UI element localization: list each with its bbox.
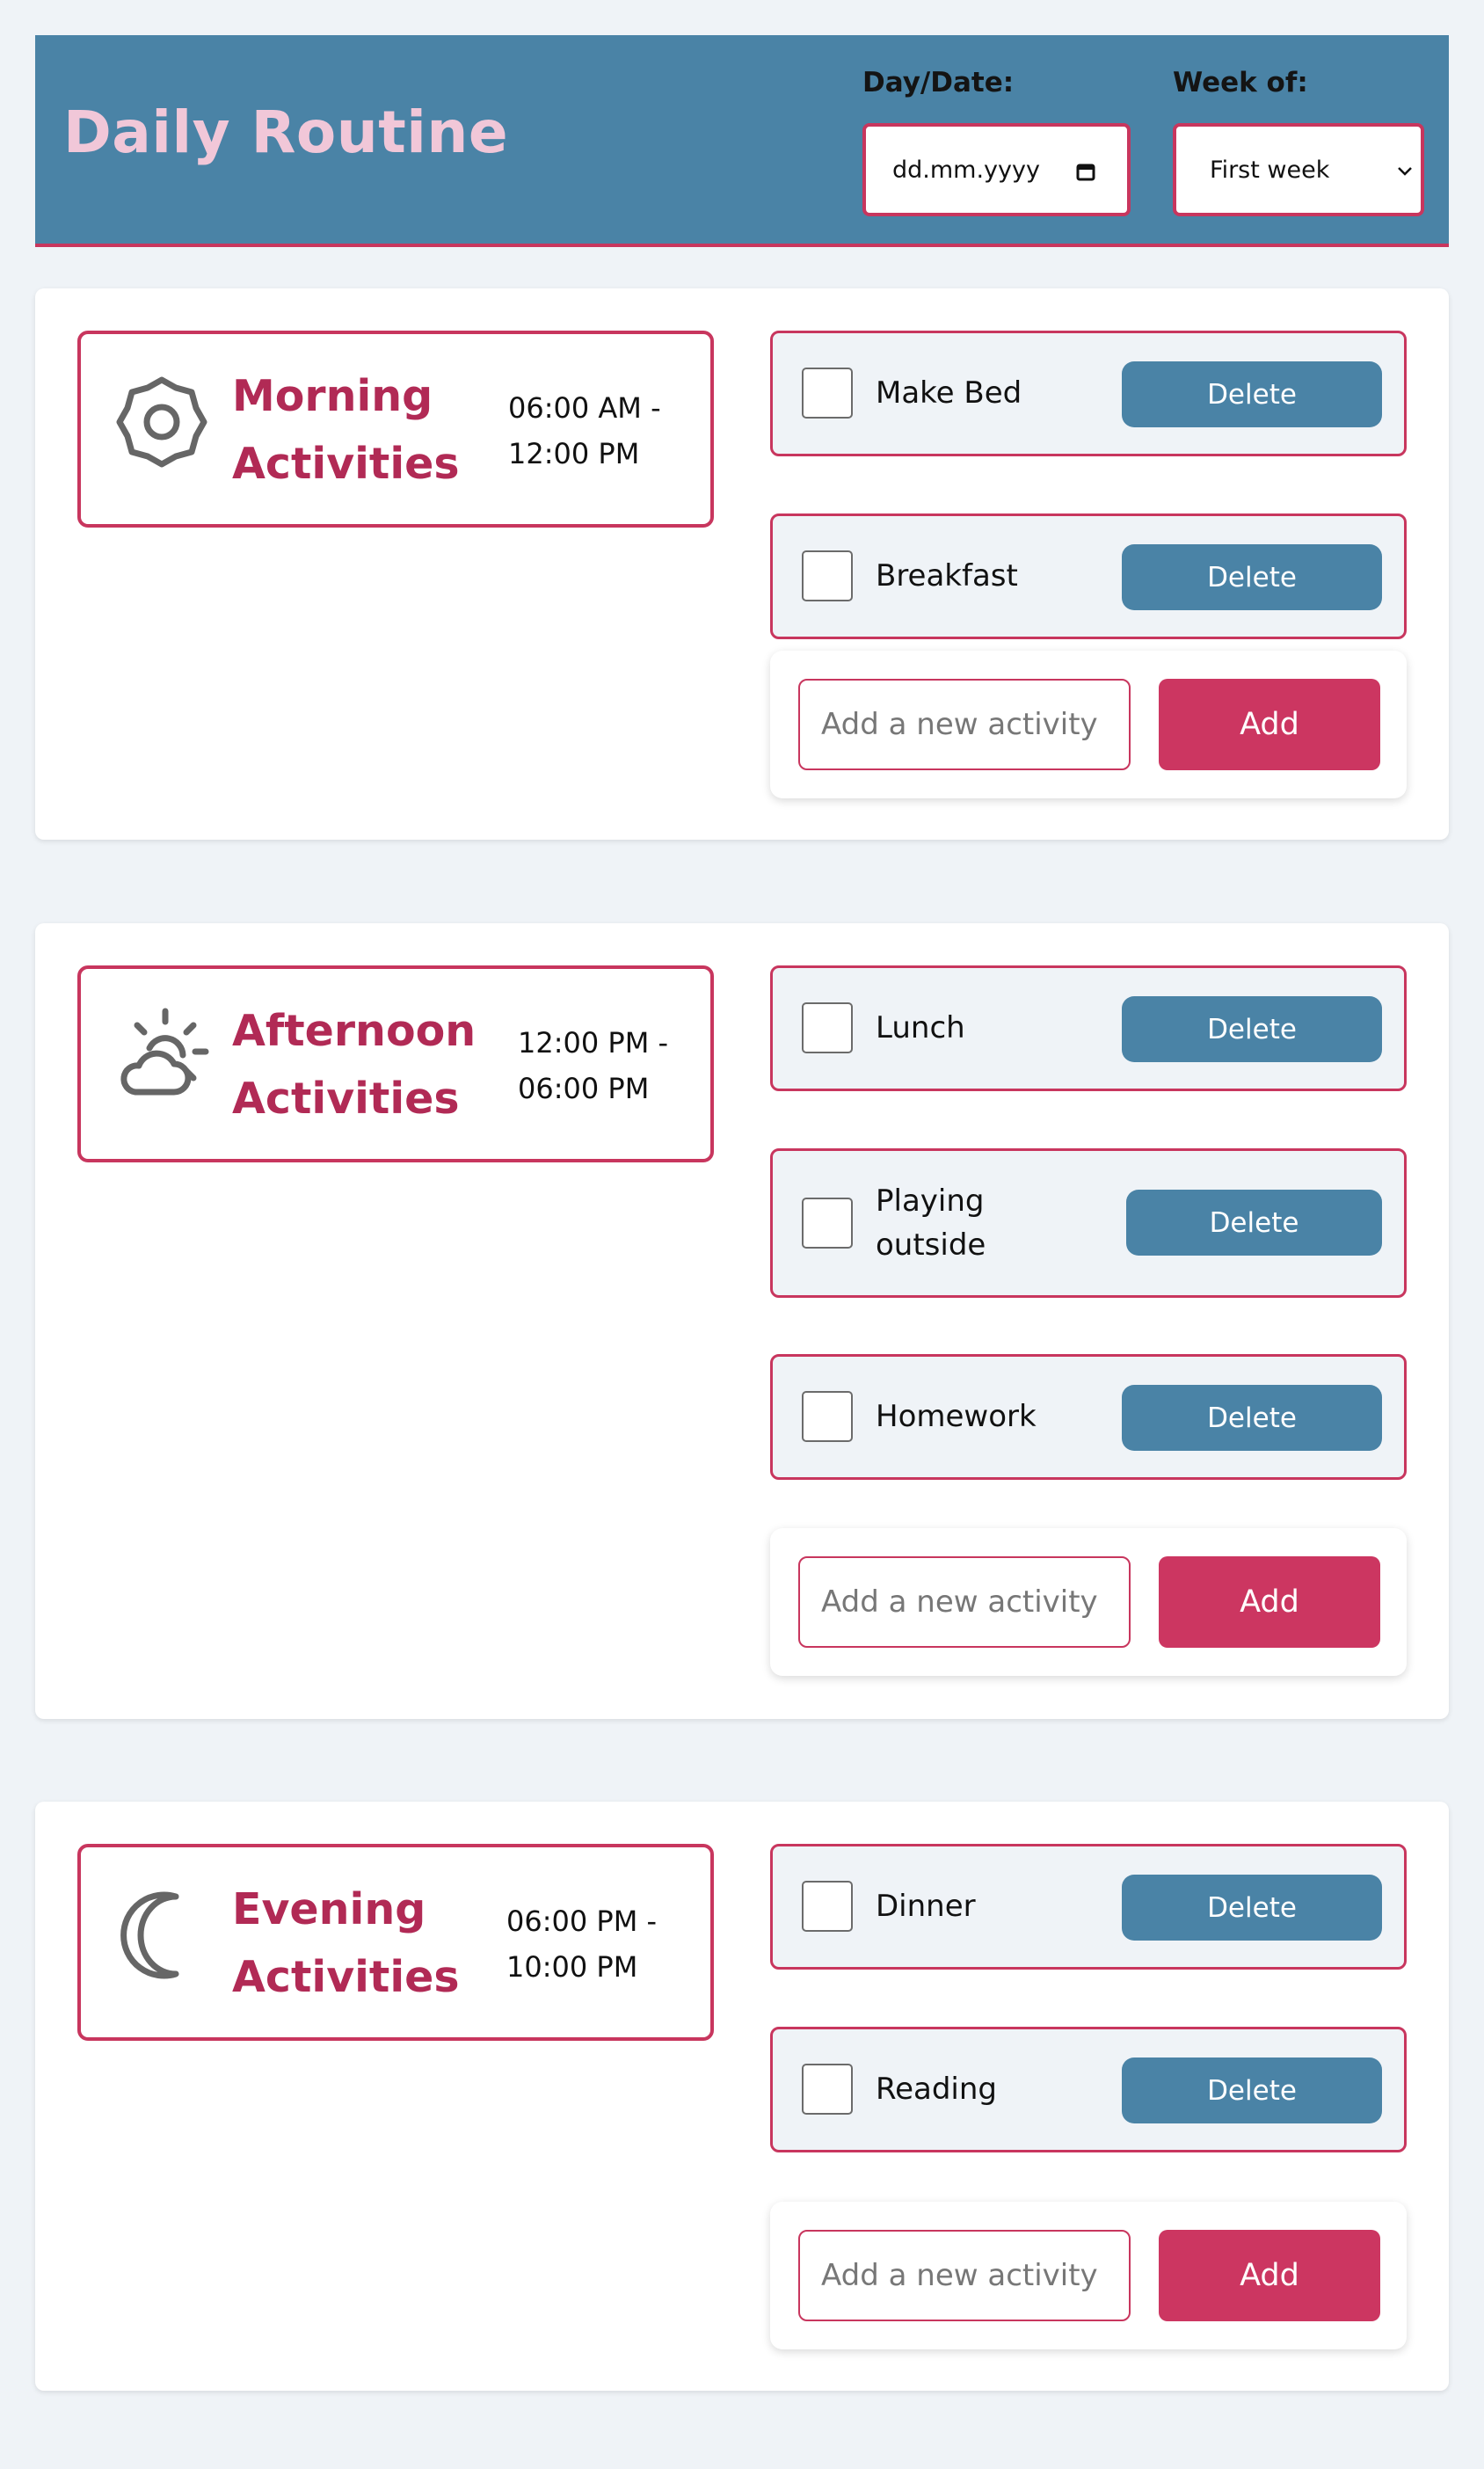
- period-time: 06:00 AM - 12:00 PM: [508, 385, 684, 477]
- afternoon-period-card: Afternoon Activities 12:00 PM - 06:00 PM: [77, 965, 714, 1162]
- activity-label: Lunch: [876, 1010, 965, 1045]
- period-title-line2: Activities: [232, 1074, 460, 1124]
- activity-checkbox[interactable]: [802, 550, 853, 601]
- activity-item: Playing outside Delete: [770, 1148, 1407, 1298]
- new-activity-input[interactable]: [798, 679, 1131, 770]
- add-button[interactable]: Add: [1159, 2230, 1380, 2321]
- week-select-value: First week: [1210, 156, 1330, 184]
- morning-section: Morning Activities 06:00 AM - 12:00 PM M…: [35, 288, 1449, 840]
- date-input[interactable]: dd.mm.yyyy: [862, 123, 1131, 216]
- new-activity-input[interactable]: [798, 1556, 1131, 1648]
- new-activity-input[interactable]: [798, 2230, 1131, 2321]
- activity-label: Homework: [876, 1399, 1037, 1434]
- period-time-end: 12:00 PM: [508, 437, 640, 470]
- delete-button[interactable]: Delete: [1122, 1875, 1382, 1941]
- period-title: Morning Activities: [232, 362, 496, 498]
- activity-label: Playing outside: [876, 1184, 986, 1263]
- activity-checkbox[interactable]: [802, 1198, 853, 1249]
- activity-item: Dinner Delete: [770, 1844, 1407, 1970]
- activity-checkbox[interactable]: [802, 1881, 853, 1932]
- period-time-start: 06:00 AM -: [508, 391, 661, 425]
- period-time-start: 12:00 PM -: [518, 1026, 669, 1060]
- period-time-start: 06:00 PM -: [506, 1905, 658, 1938]
- add-activity-row: Add: [770, 1528, 1407, 1676]
- sun-icon: [116, 376, 207, 468]
- activity-item: Homework Delete: [770, 1354, 1407, 1480]
- period-time: 06:00 PM - 10:00 PM: [506, 1898, 682, 1990]
- period-title-line1: Morning: [232, 371, 433, 421]
- evening-section: Evening Activities 06:00 PM - 10:00 PM D…: [35, 1802, 1449, 2391]
- period-title-line1: Evening: [232, 1884, 426, 1934]
- delete-button[interactable]: Delete: [1122, 544, 1382, 610]
- add-activity-row: Add: [770, 2202, 1407, 2349]
- date-label: Day/Date:: [862, 67, 1015, 98]
- period-title-line2: Activities: [232, 439, 460, 489]
- activity-checkbox[interactable]: [802, 368, 853, 419]
- header: Daily Routine Day/Date: dd.mm.yyyy Week …: [35, 35, 1449, 247]
- add-activity-row: Add: [770, 651, 1407, 798]
- partly-cloudy-icon: [120, 1008, 209, 1096]
- calendar-icon[interactable]: [1076, 162, 1095, 181]
- period-time-end: 10:00 PM: [506, 1950, 638, 1984]
- activity-item: Lunch Delete: [770, 965, 1407, 1091]
- activity-label: Breakfast: [876, 558, 1018, 594]
- evening-period-card: Evening Activities 06:00 PM - 10:00 PM: [77, 1844, 714, 2041]
- period-time-end: 06:00 PM: [518, 1072, 650, 1105]
- period-time: 12:00 PM - 06:00 PM: [518, 1020, 694, 1111]
- period-title-line2: Activities: [232, 1952, 460, 2002]
- delete-button[interactable]: Delete: [1122, 361, 1382, 427]
- activity-item: Breakfast Delete: [770, 513, 1407, 639]
- date-placeholder: dd.mm.yyyy: [892, 156, 1040, 184]
- week-label: Week of:: [1173, 67, 1308, 98]
- activity-checkbox[interactable]: [802, 1391, 853, 1442]
- activity-label: Reading: [876, 2072, 998, 2107]
- activity-checkbox[interactable]: [802, 2064, 853, 2115]
- add-button[interactable]: Add: [1159, 1556, 1380, 1648]
- delete-button[interactable]: Delete: [1122, 996, 1382, 1062]
- period-title: Evening Activities: [232, 1875, 496, 2011]
- delete-button[interactable]: Delete: [1122, 2058, 1382, 2123]
- week-select[interactable]: First week: [1173, 123, 1424, 216]
- add-button[interactable]: Add: [1159, 679, 1380, 770]
- activity-label: Make Bed: [876, 375, 1022, 411]
- morning-period-card: Morning Activities 06:00 AM - 12:00 PM: [77, 331, 714, 528]
- afternoon-section: Afternoon Activities 12:00 PM - 06:00 PM…: [35, 923, 1449, 1719]
- activity-item: Reading Delete: [770, 2027, 1407, 2152]
- page-title: Daily Routine: [63, 98, 509, 166]
- delete-button[interactable]: Delete: [1122, 1385, 1382, 1451]
- activity-item: Make Bed Delete: [770, 331, 1407, 456]
- chevron-down-icon: [1398, 167, 1412, 176]
- delete-button[interactable]: Delete: [1126, 1190, 1382, 1256]
- period-title-line1: Afternoon: [232, 1006, 476, 1056]
- moon-icon: [120, 1891, 179, 1979]
- activity-checkbox[interactable]: [802, 1002, 853, 1053]
- period-title: Afternoon Activities: [232, 997, 496, 1133]
- activity-label: Dinner: [876, 1889, 976, 1924]
